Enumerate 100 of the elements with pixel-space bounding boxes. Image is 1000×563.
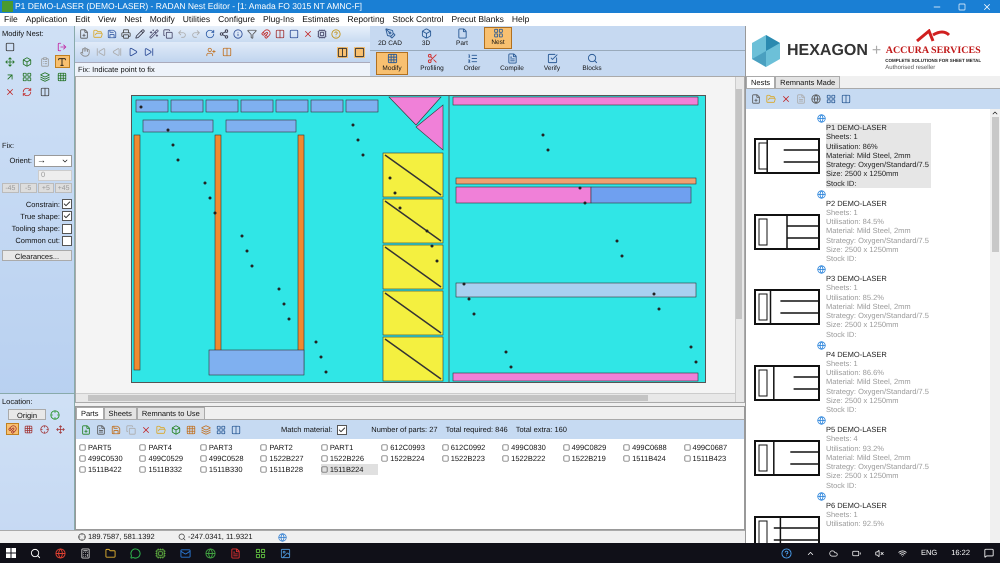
close-icon[interactable]: [982, 2, 992, 12]
modify-icon[interactable]: [386, 52, 398, 64]
chat-icon[interactable]: [130, 548, 141, 558]
last-icon[interactable]: [144, 47, 154, 57]
compile-icon[interactable]: [506, 52, 518, 64]
scroll-up-icon[interactable]: [991, 109, 999, 117]
move-icon[interactable]: [4, 56, 14, 67]
battery-icon[interactable]: [852, 548, 861, 558]
pencil-icon[interactable]: [135, 29, 145, 39]
notification-icon[interactable]: [984, 548, 994, 558]
nest-icon[interactable]: [492, 28, 504, 38]
layers-icon[interactable]: [40, 72, 50, 82]
menu-item[interactable]: Application: [22, 13, 72, 26]
menu-item[interactable]: Reporting: [344, 13, 388, 26]
nest-canvas[interactable]: [75, 76, 745, 403]
help-icon[interactable]: [780, 548, 792, 558]
menu-item[interactable]: View: [94, 13, 120, 26]
vertical-scrollbar[interactable]: [735, 77, 744, 402]
order-icon[interactable]: [466, 52, 478, 64]
clipboard-icon[interactable]: [40, 56, 50, 67]
maximize-icon[interactable]: [958, 2, 966, 10]
menu-item[interactable]: Stock Control: [388, 13, 448, 26]
part-icon[interactable]: [22, 56, 32, 67]
grid-fill-icon[interactable]: [22, 72, 32, 82]
person-icon[interactable]: [206, 47, 216, 57]
text-icon[interactable]: [57, 56, 67, 67]
app-icon[interactable]: [155, 548, 166, 558]
globe-icon[interactable]: [811, 94, 821, 104]
horizontal-scrollbar[interactable]: [76, 393, 735, 402]
windows-start-icon[interactable]: [6, 548, 16, 558]
vertical-scrollbar[interactable]: [990, 109, 1000, 543]
grid-icon[interactable]: [186, 424, 196, 434]
calculator-icon[interactable]: [80, 548, 91, 558]
import-icon[interactable]: [96, 424, 106, 434]
menu-item[interactable]: Precut Blanks: [447, 13, 508, 26]
columns-icon[interactable]: [275, 29, 285, 39]
profiling-icon[interactable]: [426, 52, 438, 64]
delete-icon[interactable]: [303, 29, 313, 39]
columns-icon[interactable]: [231, 424, 241, 434]
checkbox[interactable]: [62, 211, 72, 222]
checkbox[interactable]: [62, 236, 72, 246]
save-icon[interactable]: [107, 29, 117, 39]
stack-icon[interactable]: [201, 424, 211, 434]
browser-icon[interactable]: [55, 548, 66, 558]
document-icon[interactable]: [230, 548, 241, 558]
filter-icon[interactable]: [247, 29, 257, 39]
rotate-icon[interactable]: [22, 86, 32, 97]
menu-item[interactable]: Nest: [120, 13, 146, 26]
menu-item[interactable]: Modify: [146, 13, 179, 26]
folder-icon[interactable]: [105, 548, 116, 558]
cad-icon[interactable]: [384, 28, 396, 39]
nodes-icon[interactable]: [219, 29, 229, 39]
menu-item[interactable]: Help: [508, 13, 534, 26]
rectangle-icon[interactable]: [4, 42, 14, 52]
layout-icon[interactable]: [337, 46, 348, 58]
cube-icon[interactable]: [420, 28, 432, 39]
new-file-icon[interactable]: [79, 29, 89, 39]
checkbox[interactable]: [62, 199, 72, 210]
search-icon[interactable]: [30, 548, 41, 558]
panel-icon[interactable]: [222, 47, 232, 57]
frame-icon[interactable]: [289, 29, 299, 39]
cloud-icon[interactable]: [828, 548, 838, 558]
delete-icon[interactable]: [781, 94, 791, 104]
menu-item[interactable]: Utilities: [178, 13, 214, 26]
columns-icon[interactable]: [841, 94, 851, 104]
checkbox[interactable]: [62, 224, 72, 234]
grid-icon[interactable]: [57, 72, 67, 82]
menu-item[interactable]: Configure: [214, 13, 260, 26]
speaker-muted-icon[interactable]: [874, 548, 884, 558]
part-icon[interactable]: [171, 424, 181, 434]
delete-icon[interactable]: [4, 86, 14, 97]
mirror-icon[interactable]: [40, 86, 50, 97]
wifi-icon[interactable]: [898, 548, 907, 558]
target-icon[interactable]: [50, 410, 60, 420]
refresh-icon[interactable]: [205, 29, 215, 39]
window-icon[interactable]: [354, 46, 365, 58]
menu-item[interactable]: Plug-Ins: [259, 13, 298, 26]
add-file-icon[interactable]: [81, 424, 91, 434]
mail-icon[interactable]: [180, 548, 191, 558]
browser-icon[interactable]: [205, 548, 216, 558]
hand-icon[interactable]: [80, 47, 90, 57]
orient-dropdown[interactable]: →: [34, 154, 72, 166]
menu-item[interactable]: File: [0, 13, 22, 26]
blocks-icon[interactable]: [586, 52, 598, 64]
menu-item[interactable]: Estimates: [298, 13, 344, 26]
view-icon[interactable]: [826, 94, 836, 104]
image-icon[interactable]: [280, 548, 291, 558]
wand-icon[interactable]: [149, 29, 159, 39]
magnet-icon[interactable]: [261, 29, 271, 39]
play-icon[interactable]: [128, 47, 138, 57]
checkbox[interactable]: [337, 424, 348, 434]
spreadsheet-icon[interactable]: [255, 548, 266, 558]
exit-icon[interactable]: [57, 42, 67, 52]
shift-icon[interactable]: [4, 72, 14, 82]
verify-icon[interactable]: [546, 52, 558, 64]
info-icon[interactable]: [233, 29, 243, 39]
view-icon[interactable]: [216, 424, 226, 434]
delete-icon[interactable]: [141, 424, 151, 434]
tool-button[interactable]: [54, 55, 70, 68]
copy-icon[interactable]: [163, 29, 173, 39]
